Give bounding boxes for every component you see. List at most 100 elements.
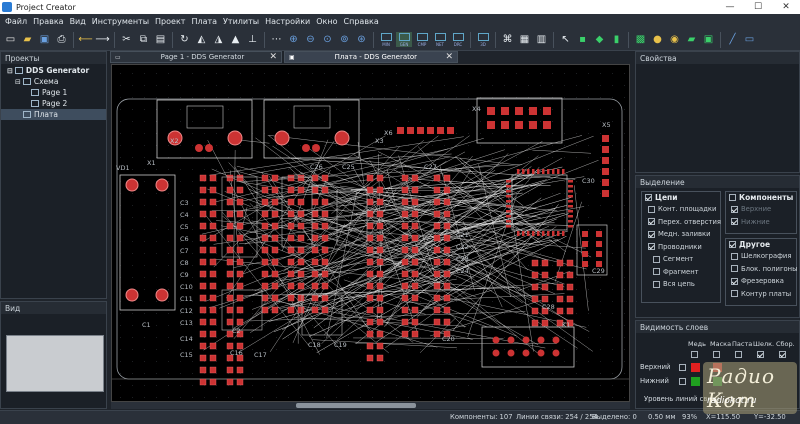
flip-icon[interactable]: ▲	[228, 32, 243, 47]
line-icon[interactable]: ╱	[725, 32, 740, 47]
menu-tools[interactable]: Инструменты	[89, 17, 152, 26]
add-via-icon[interactable]: ▮	[609, 32, 624, 47]
layer-top-color[interactable]	[691, 363, 700, 372]
nets-option-checkbox[interactable]	[648, 205, 655, 213]
scrollbar-thumb[interactable]	[296, 403, 416, 408]
tree-item-schematic[interactable]: ⊟ Схема	[1, 76, 106, 87]
cutout-icon[interactable]: ▣	[701, 32, 716, 47]
paste-all-checkbox[interactable]	[735, 351, 742, 358]
menu-view[interactable]: Вид	[67, 17, 89, 26]
grid-icon[interactable]: ⋯	[269, 32, 284, 47]
nets-option-checkbox[interactable]	[653, 280, 660, 288]
board-preview[interactable]	[6, 335, 104, 392]
other-option-checkbox[interactable]	[731, 265, 738, 273]
link-icon[interactable]: ⌘	[500, 32, 515, 47]
nets-option-checkbox[interactable]	[653, 255, 660, 263]
assembly-all-checkbox[interactable]	[779, 351, 786, 358]
zoom-selection-icon[interactable]: ⊛	[354, 32, 369, 47]
close-icon[interactable]: ✕	[269, 52, 277, 62]
align-icon[interactable]: ⊥	[245, 32, 260, 47]
tree-item-project[interactable]: ⊟ DDS Generator	[1, 65, 106, 76]
copy-icon[interactable]: ⧉	[136, 32, 151, 47]
layer-drc-button[interactable]: DRC	[450, 32, 466, 47]
horizontal-scrollbar[interactable]	[111, 402, 630, 409]
add-pad-icon[interactable]: ◆	[592, 32, 607, 47]
silk-all-checkbox[interactable]	[757, 351, 764, 358]
close-button[interactable]: ✕	[772, 0, 800, 14]
tab-board[interactable]: ▣ Плата - DDS Generator ✕	[284, 51, 458, 63]
layer-top-checkbox[interactable]	[679, 364, 686, 371]
zoom-area-icon[interactable]: ⊚	[337, 32, 352, 47]
mirror-horizontal-icon[interactable]: ◭	[194, 32, 209, 47]
other-option[interactable]: Шелкография	[731, 250, 796, 263]
zoom-fit-icon[interactable]: ⊙	[320, 32, 335, 47]
other-option-checkbox[interactable]	[731, 277, 738, 285]
menu-edit[interactable]: Правка	[30, 17, 66, 26]
layer-cmp-button[interactable]: CMP	[414, 32, 430, 47]
nets-option[interactable]: Сегмент	[648, 253, 720, 266]
add-component-icon[interactable]: ▪	[575, 32, 590, 47]
nets-option-checkbox[interactable]	[648, 230, 655, 238]
new-file-icon[interactable]: ▭	[3, 32, 18, 47]
chip-icon[interactable]: ▦	[517, 32, 532, 47]
menu-board[interactable]: Плата	[188, 17, 220, 26]
layer-min-button[interactable]: MIN	[378, 32, 394, 47]
copper-all-checkbox[interactable]	[691, 351, 698, 358]
nets-option[interactable]: Конт. площадки	[648, 203, 720, 216]
rotate-icon[interactable]: ↻	[177, 32, 192, 47]
components-option[interactable]: Верхние	[731, 203, 796, 216]
nets-option[interactable]: Проводники	[648, 241, 720, 254]
print-icon[interactable]: ⎙	[54, 32, 69, 47]
close-icon[interactable]: ✕	[445, 52, 453, 62]
route-icon[interactable]: ▩	[633, 32, 648, 47]
pcb-canvas[interactable]: X1 X2 X3 X4 X5 X6 K1 VD1 C1 C2 C3 C4 C5 C6 C7 C8 C9 C10 C1…	[111, 64, 630, 402]
undo-icon[interactable]: ⟵	[78, 32, 93, 47]
polygon-icon[interactable]: ▰	[684, 32, 699, 47]
nets-option[interactable]: Вся цепь	[648, 278, 720, 291]
nets-checkbox[interactable]	[645, 194, 652, 201]
menu-utilities[interactable]: Утилиты	[220, 17, 262, 26]
other-checkbox[interactable]	[729, 241, 736, 248]
via-round-icon[interactable]: ●	[650, 32, 665, 47]
nets-option[interactable]: Перех. отверстия	[648, 216, 721, 229]
open-folder-icon[interactable]: ▰	[20, 32, 35, 47]
menu-settings[interactable]: Настройки	[262, 17, 313, 26]
nets-option-checkbox[interactable]	[653, 268, 660, 276]
components-option-checkbox[interactable]	[731, 205, 738, 213]
zoom-out-icon[interactable]: ⊖	[303, 32, 318, 47]
other-option[interactable]: Фрезеровка	[731, 275, 796, 288]
maximize-button[interactable]: ☐	[744, 0, 772, 14]
view-3d-button[interactable]: 3D	[475, 32, 491, 47]
menu-file[interactable]: Файл	[2, 17, 30, 26]
tree-item-board[interactable]: Плата	[1, 109, 106, 120]
pad-round-icon[interactable]: ◉	[667, 32, 682, 47]
tree-item-page1[interactable]: Page 1	[1, 87, 106, 98]
component-icon[interactable]: ▥	[534, 32, 549, 47]
mirror-vertical-icon[interactable]: ◮	[211, 32, 226, 47]
tree-item-page2[interactable]: Page 2	[1, 98, 106, 109]
mask-all-checkbox[interactable]	[713, 351, 720, 358]
other-option[interactable]: Контур платы	[731, 288, 796, 301]
other-option[interactable]: Блок. полигоны	[731, 263, 798, 276]
nets-option-checkbox[interactable]	[648, 218, 655, 226]
zoom-in-icon[interactable]: ⊕	[286, 32, 301, 47]
components-option-checkbox[interactable]	[731, 218, 738, 226]
menu-window[interactable]: Окно	[313, 17, 340, 26]
layer-gen-button[interactable]: GEN	[396, 32, 412, 47]
tab-page1[interactable]: ▭ Page 1 - DDS Generator ✕	[110, 51, 282, 63]
menu-help[interactable]: Справка	[341, 17, 382, 26]
components-option[interactable]: Нижние	[731, 216, 796, 229]
cut-icon[interactable]: ✂	[119, 32, 134, 47]
components-checkbox[interactable]	[729, 194, 736, 201]
nets-option-checkbox[interactable]	[648, 243, 655, 251]
save-icon[interactable]: ▣	[37, 32, 52, 47]
other-option-checkbox[interactable]	[731, 290, 738, 298]
redo-icon[interactable]: ⟶	[95, 32, 110, 47]
nets-option[interactable]: Медн. заливки	[648, 228, 720, 241]
layer-net-button[interactable]: NET	[432, 32, 448, 47]
menu-project[interactable]: Проект	[152, 17, 188, 26]
pointer-icon[interactable]: ↖	[558, 32, 573, 47]
other-option-checkbox[interactable]	[731, 252, 738, 260]
layer-bottom-checkbox[interactable]	[679, 378, 686, 385]
layer-bottom-color[interactable]	[691, 377, 700, 386]
